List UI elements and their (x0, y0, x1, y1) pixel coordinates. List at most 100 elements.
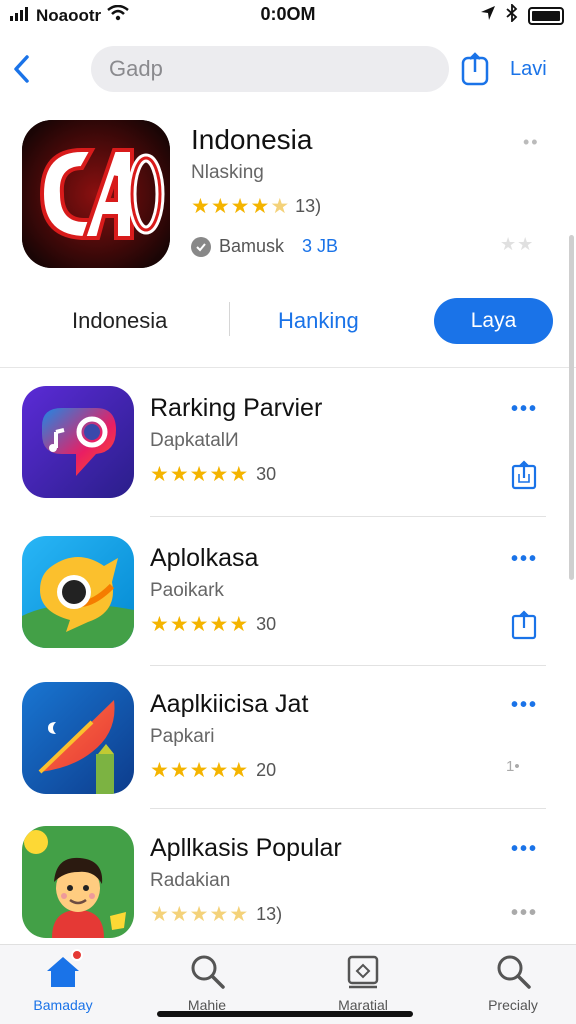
star-icon: ★ (229, 903, 249, 926)
app-icon (22, 536, 134, 648)
app-rating: ★ ★ ★ ★ ★ 30 (150, 614, 276, 635)
rating-count: 20 (256, 760, 277, 780)
app-name: Rarking Parvier (150, 394, 323, 422)
star-icon: ★ (189, 759, 209, 782)
star-icon: ★ (229, 613, 249, 636)
star-icon: ★ (210, 195, 230, 218)
rating-count: 30 (256, 464, 277, 484)
app-name: Aaplkiicisa Jat (150, 690, 309, 718)
row-divider (150, 665, 546, 666)
star-icon: ★ (169, 463, 189, 486)
star-icon: ★ (250, 195, 270, 218)
list-item[interactable]: Aaplkiicisa Jat Papkari ★ ★ ★ ★ ★ 20 ••• 1• (0, 674, 576, 814)
star-icon: ★ (209, 463, 229, 486)
star-icon: ★ (150, 903, 169, 926)
search-input[interactable] (109, 56, 449, 82)
more-icon[interactable]: ••• (511, 902, 538, 925)
app-rating: ★ ★ ★ ★ ★ 30 (150, 464, 276, 485)
header-link[interactable]: Lavi (510, 58, 547, 81)
primary-action-button[interactable]: Laya (434, 298, 553, 344)
map-icon (343, 951, 383, 991)
app-rating: ★ ★ ★ ★ ★ 13) (150, 904, 282, 925)
location-icon (480, 5, 496, 26)
share-icon (511, 460, 537, 490)
search-icon (187, 951, 227, 991)
featured-app-title: Indonesia (191, 124, 313, 155)
star-rating: ★ ★ ★ ★ ★ (150, 464, 248, 485)
app-subtitle: Paoikark (150, 580, 224, 601)
more-icon[interactable]: ••• (511, 548, 538, 571)
status-bar: Noaootr 0:0OM (0, 0, 576, 30)
share-button[interactable] (460, 52, 492, 86)
rating-count: 30 (256, 614, 277, 634)
star-rating: ★ ★ ★ ★ ★ (150, 760, 248, 781)
row-divider (150, 516, 546, 517)
star-icon: ★ (230, 195, 250, 218)
featured-app-subtitle: Nlasking (191, 162, 264, 183)
app-subtitle: DapkatalИ (150, 430, 239, 451)
star-icon: ★ (150, 759, 169, 782)
more-icon[interactable]: ••• (511, 694, 538, 717)
faded-stars-icon: ★★ (500, 234, 535, 254)
app-name: Apllkasis Popular (150, 834, 342, 862)
scrollbar[interactable] (569, 235, 574, 580)
featured-app-icon[interactable] (22, 120, 170, 268)
badge-icon (191, 236, 211, 257)
star-rating: ★ ★ ★ ★ ★ (150, 614, 248, 635)
tabbar-label: Bamaday (33, 997, 93, 1013)
star-rating: ★ ★ ★ ★ ★ (191, 196, 289, 217)
meta-size: 3 JB (302, 236, 339, 256)
more-icon[interactable]: •• (523, 132, 540, 153)
battery-icon (528, 6, 564, 25)
list-item[interactable]: Apllkasis Popular Radakian ★ ★ ★ ★ ★ 13) •••… (0, 818, 576, 958)
more-icon[interactable]: ••• (511, 398, 538, 421)
search-icon (493, 951, 533, 991)
star-icon: ★ (229, 759, 249, 782)
tabbar-item-home[interactable]: Bamaday (8, 949, 118, 1013)
section-divider (0, 367, 576, 368)
tabbar-item-map[interactable]: Maratial (308, 951, 418, 1013)
list-item[interactable]: Rarking Parvier DapkatalИ ★ ★ ★ ★ ★ 30 ••• (0, 378, 576, 518)
list-item[interactable]: Aplolkasa Paoikark ★ ★ ★ ★ ★ 30 ••• (0, 528, 576, 668)
star-half-icon: ★ (270, 195, 290, 218)
featured-app-meta: Bamusk 3 JB (191, 236, 338, 257)
tab-ranking[interactable]: Hanking (278, 308, 359, 334)
share-icon (511, 610, 537, 640)
notification-badge (71, 949, 83, 961)
tab-indonesia[interactable]: Indonesia (72, 308, 167, 334)
home-indicator[interactable] (157, 1011, 413, 1017)
app-subtitle: Radakian (150, 870, 231, 891)
tabbar-item-search[interactable]: Mahie (152, 951, 262, 1013)
bluetooth-icon (506, 2, 518, 27)
row-divider (150, 808, 546, 809)
star-icon: ★ (189, 463, 209, 486)
header: Lavi (0, 44, 576, 96)
app-icon (22, 386, 134, 498)
tabbar-item-search-2[interactable]: Precialy (458, 951, 568, 1013)
featured-app: Indonesia Nlasking ★ ★ ★ ★ ★ 13) Bamusk 3 JB… (0, 118, 576, 278)
rating-count: 13) (295, 196, 322, 216)
star-icon: ★ (229, 463, 249, 486)
share-button[interactable] (510, 610, 538, 640)
star-icon: ★ (169, 613, 189, 636)
status-right (480, 2, 564, 27)
app-name: Aplolkasa (150, 544, 259, 572)
star-icon: ★ (191, 195, 210, 218)
rating-count: 13) (256, 904, 283, 924)
more-icon[interactable]: ••• (511, 838, 538, 861)
share-icon (461, 52, 489, 86)
meta-label: Bamusk (219, 236, 285, 256)
app-rating: ★ ★ ★ ★ ★ 20 (150, 760, 276, 781)
home-icon (43, 949, 83, 991)
search-bar[interactable] (91, 46, 449, 92)
segment-tabs: Indonesia Hanking Laya (0, 296, 576, 348)
star-icon: ★ (150, 613, 169, 636)
featured-app-rating: ★ ★ ★ ★ ★ 13) (191, 196, 321, 217)
share-button[interactable] (510, 460, 538, 490)
app-icon (22, 826, 134, 938)
star-icon: ★ (169, 903, 189, 926)
back-button[interactable] (8, 50, 34, 88)
star-icon: ★ (189, 903, 209, 926)
tabbar-label: Precialy (488, 997, 538, 1013)
app-icon (22, 682, 134, 794)
